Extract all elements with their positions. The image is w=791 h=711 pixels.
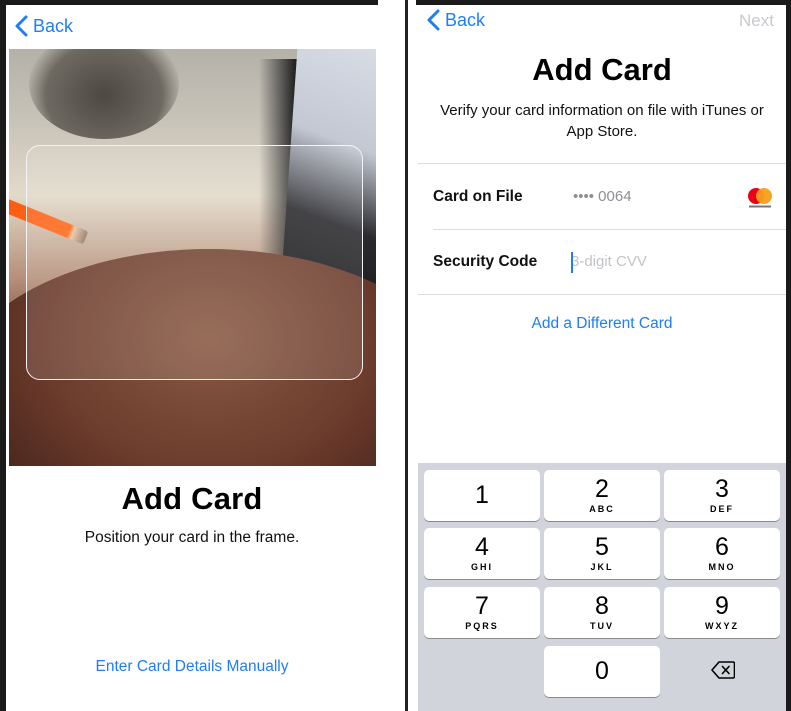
- delete-key[interactable]: [664, 646, 780, 697]
- enter-card-manually-link[interactable]: Enter Card Details Manually: [6, 658, 378, 676]
- separator: [433, 229, 786, 230]
- panel-gap: [378, 0, 416, 711]
- separator: [418, 163, 786, 164]
- key-letters: PQRS: [465, 621, 499, 631]
- backspace-icon: [711, 661, 735, 679]
- key-digit: 6: [715, 533, 729, 561]
- add-different-card-link[interactable]: Add a Different Card: [418, 315, 786, 333]
- next-button[interactable]: Next: [739, 11, 774, 31]
- key-0[interactable]: 0: [544, 646, 660, 697]
- key-letters: DEF: [710, 504, 734, 514]
- key-digit: 0: [595, 657, 609, 685]
- key-letters: ABC: [589, 504, 615, 514]
- chevron-left-icon: [427, 9, 440, 31]
- key-4[interactable]: 4 GHI: [424, 528, 540, 579]
- page-title: Add Card: [121, 481, 263, 516]
- panel-divider: [405, 0, 408, 711]
- key-8[interactable]: 8 TUV: [544, 587, 660, 638]
- key-digit: 5: [595, 533, 609, 561]
- page-title: Add Card: [532, 52, 672, 87]
- page-subtitle: Verify your card information on file wit…: [440, 102, 764, 140]
- chevron-left-icon: [15, 15, 28, 37]
- key-digit: 7: [475, 592, 489, 620]
- key-digit: 2: [595, 475, 609, 503]
- mastercard-icon: [748, 188, 772, 208]
- page-subtitle: Position your card in the frame.: [84, 529, 300, 546]
- verify-card-screen: Back Next Add Card Verify your card info…: [418, 5, 786, 711]
- key-digit: 8: [595, 592, 609, 620]
- separator: [418, 294, 786, 295]
- camera-viewfinder: [9, 49, 376, 466]
- screenshot-border-right: [786, 0, 791, 711]
- key-digit: 1: [475, 481, 489, 509]
- key-digit: 4: [475, 533, 489, 561]
- back-button[interactable]: Back: [426, 9, 485, 31]
- key-9[interactable]: 9 WXYZ: [664, 587, 780, 638]
- key-letters: MNO: [708, 562, 736, 572]
- key-digit: 9: [715, 592, 729, 620]
- card-on-file-value: •••• 0064: [573, 188, 632, 205]
- key-1[interactable]: 1: [424, 470, 540, 521]
- key-letters: JKL: [590, 562, 614, 572]
- key-5[interactable]: 5 JKL: [544, 528, 660, 579]
- security-code-label: Security Code: [433, 253, 538, 270]
- key-digit: 3: [715, 475, 729, 503]
- key-letters: GHI: [470, 562, 493, 572]
- key-3[interactable]: 3 DEF: [664, 470, 780, 521]
- back-button[interactable]: Back: [14, 15, 73, 37]
- back-label: Back: [445, 9, 486, 30]
- card-alignment-frame: [26, 145, 363, 380]
- numeric-keypad: 1 2 ABC 3 DEF 4 GHI 5 JKL 6 MNO 7 PQRS 8…: [418, 463, 786, 711]
- scan-card-screen: Back Add Card Position your card in the …: [6, 5, 378, 711]
- key-2[interactable]: 2 ABC: [544, 470, 660, 521]
- back-label: Back: [33, 15, 74, 36]
- key-7[interactable]: 7 PQRS: [424, 587, 540, 638]
- text-cursor: [571, 252, 573, 273]
- camera-scene-object: [29, 49, 179, 139]
- key-letters: WXYZ: [705, 621, 739, 631]
- card-on-file-label: Card on File: [433, 188, 523, 205]
- key-letters: TUV: [590, 621, 614, 631]
- key-6[interactable]: 6 MNO: [664, 528, 780, 579]
- security-code-input[interactable]: [571, 253, 751, 270]
